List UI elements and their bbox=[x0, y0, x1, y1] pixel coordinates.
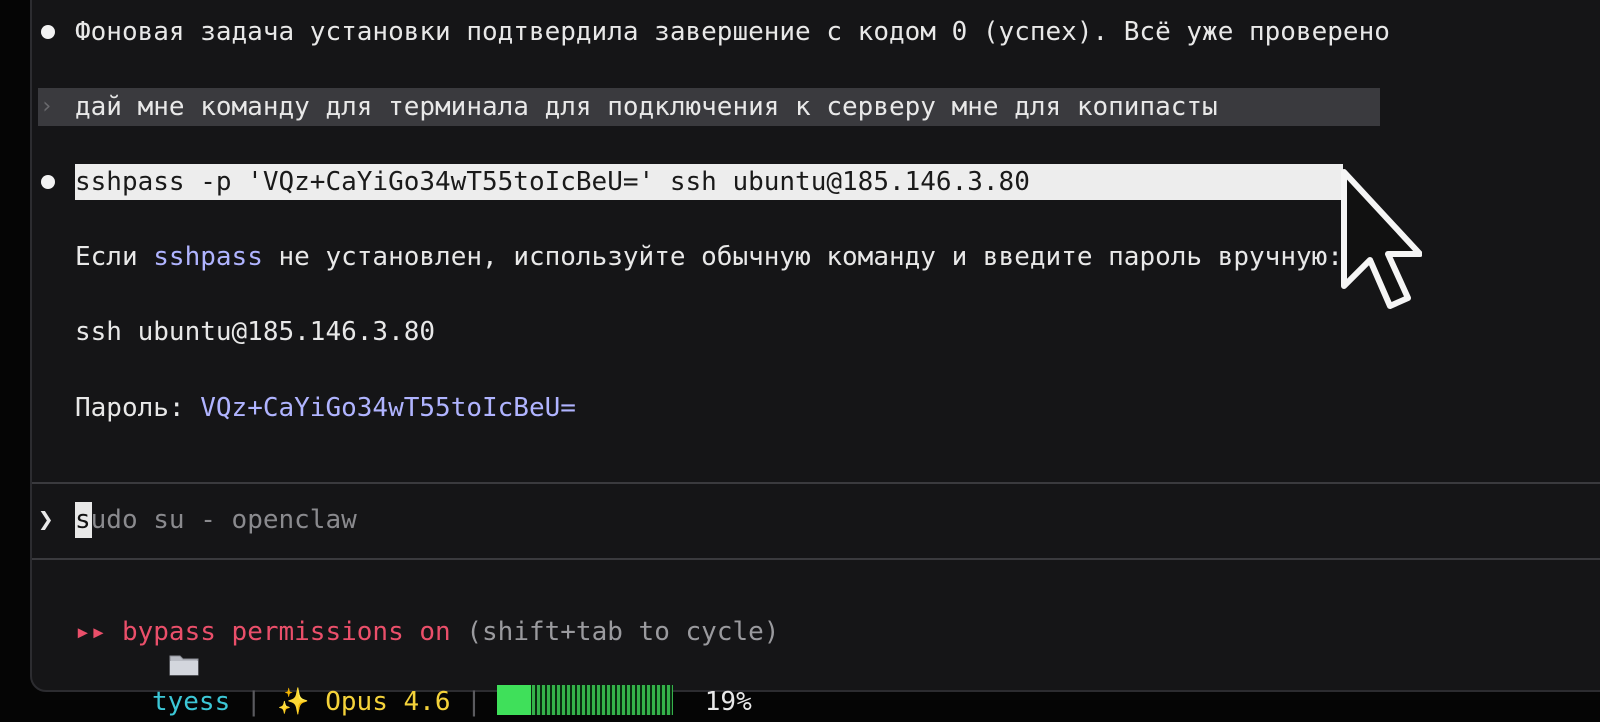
message-bullet bbox=[41, 175, 55, 189]
ssh-command[interactable]: sshpass -p 'VQz+CaYiGo34wT55toIcBeU=' ss… bbox=[75, 164, 1030, 200]
user-message-chevron-icon: › bbox=[40, 94, 54, 119]
context-progress-fill bbox=[497, 685, 531, 715]
separator: | bbox=[466, 687, 482, 717]
mode-arrows-icon: ▸▸ bbox=[75, 617, 107, 647]
mouse-pointer-icon bbox=[1341, 169, 1422, 309]
context-percent: 19% bbox=[704, 687, 752, 717]
model-name: Opus 4.6 bbox=[325, 687, 451, 717]
folder-name: tyess bbox=[151, 687, 231, 717]
hint-pre: Если bbox=[75, 242, 154, 272]
user-message: дай мне команду для терминала для подклю… bbox=[75, 92, 1218, 122]
assistant-status-line: Фоновая задача установки подтвердила зав… bbox=[75, 17, 1390, 47]
context-progress-bar bbox=[497, 685, 674, 715]
mode-text: bypass permissions on bbox=[121, 617, 451, 647]
input-top-divider bbox=[32, 482, 1600, 484]
hint-code: sshpass bbox=[153, 242, 263, 272]
password-line: Пароль: VQz+CaYiGo34wT55toIcBeU= bbox=[75, 390, 576, 426]
message-bullet bbox=[41, 25, 55, 39]
mode-line: ▸▸ bypass permissions on (shift+tab to c… bbox=[75, 614, 779, 650]
password-label: Пароль: bbox=[75, 393, 201, 423]
cursor-char: s bbox=[75, 505, 91, 535]
separator: | bbox=[245, 687, 262, 717]
prompt-input[interactable]: sudo su - openclaw bbox=[75, 502, 357, 538]
password-value[interactable]: VQz+CaYiGo34wT55toIcBeU= bbox=[200, 393, 576, 423]
sparkles-icon: ✨ bbox=[277, 687, 310, 717]
input-bottom-divider bbox=[32, 558, 1600, 560]
prompt-symbol: ❯ bbox=[38, 505, 54, 535]
mode-hint: (shift+tab to cycle) bbox=[466, 617, 780, 647]
hint-line: Если sshpass не установлен, используйте … bbox=[75, 239, 1343, 275]
hint-post: не установлен, используйте обычную коман… bbox=[262, 242, 1343, 272]
plain-ssh-command[interactable]: ssh ubuntu@185.146.3.80 bbox=[75, 314, 435, 350]
input-text: udo su - openclaw bbox=[90, 505, 357, 535]
